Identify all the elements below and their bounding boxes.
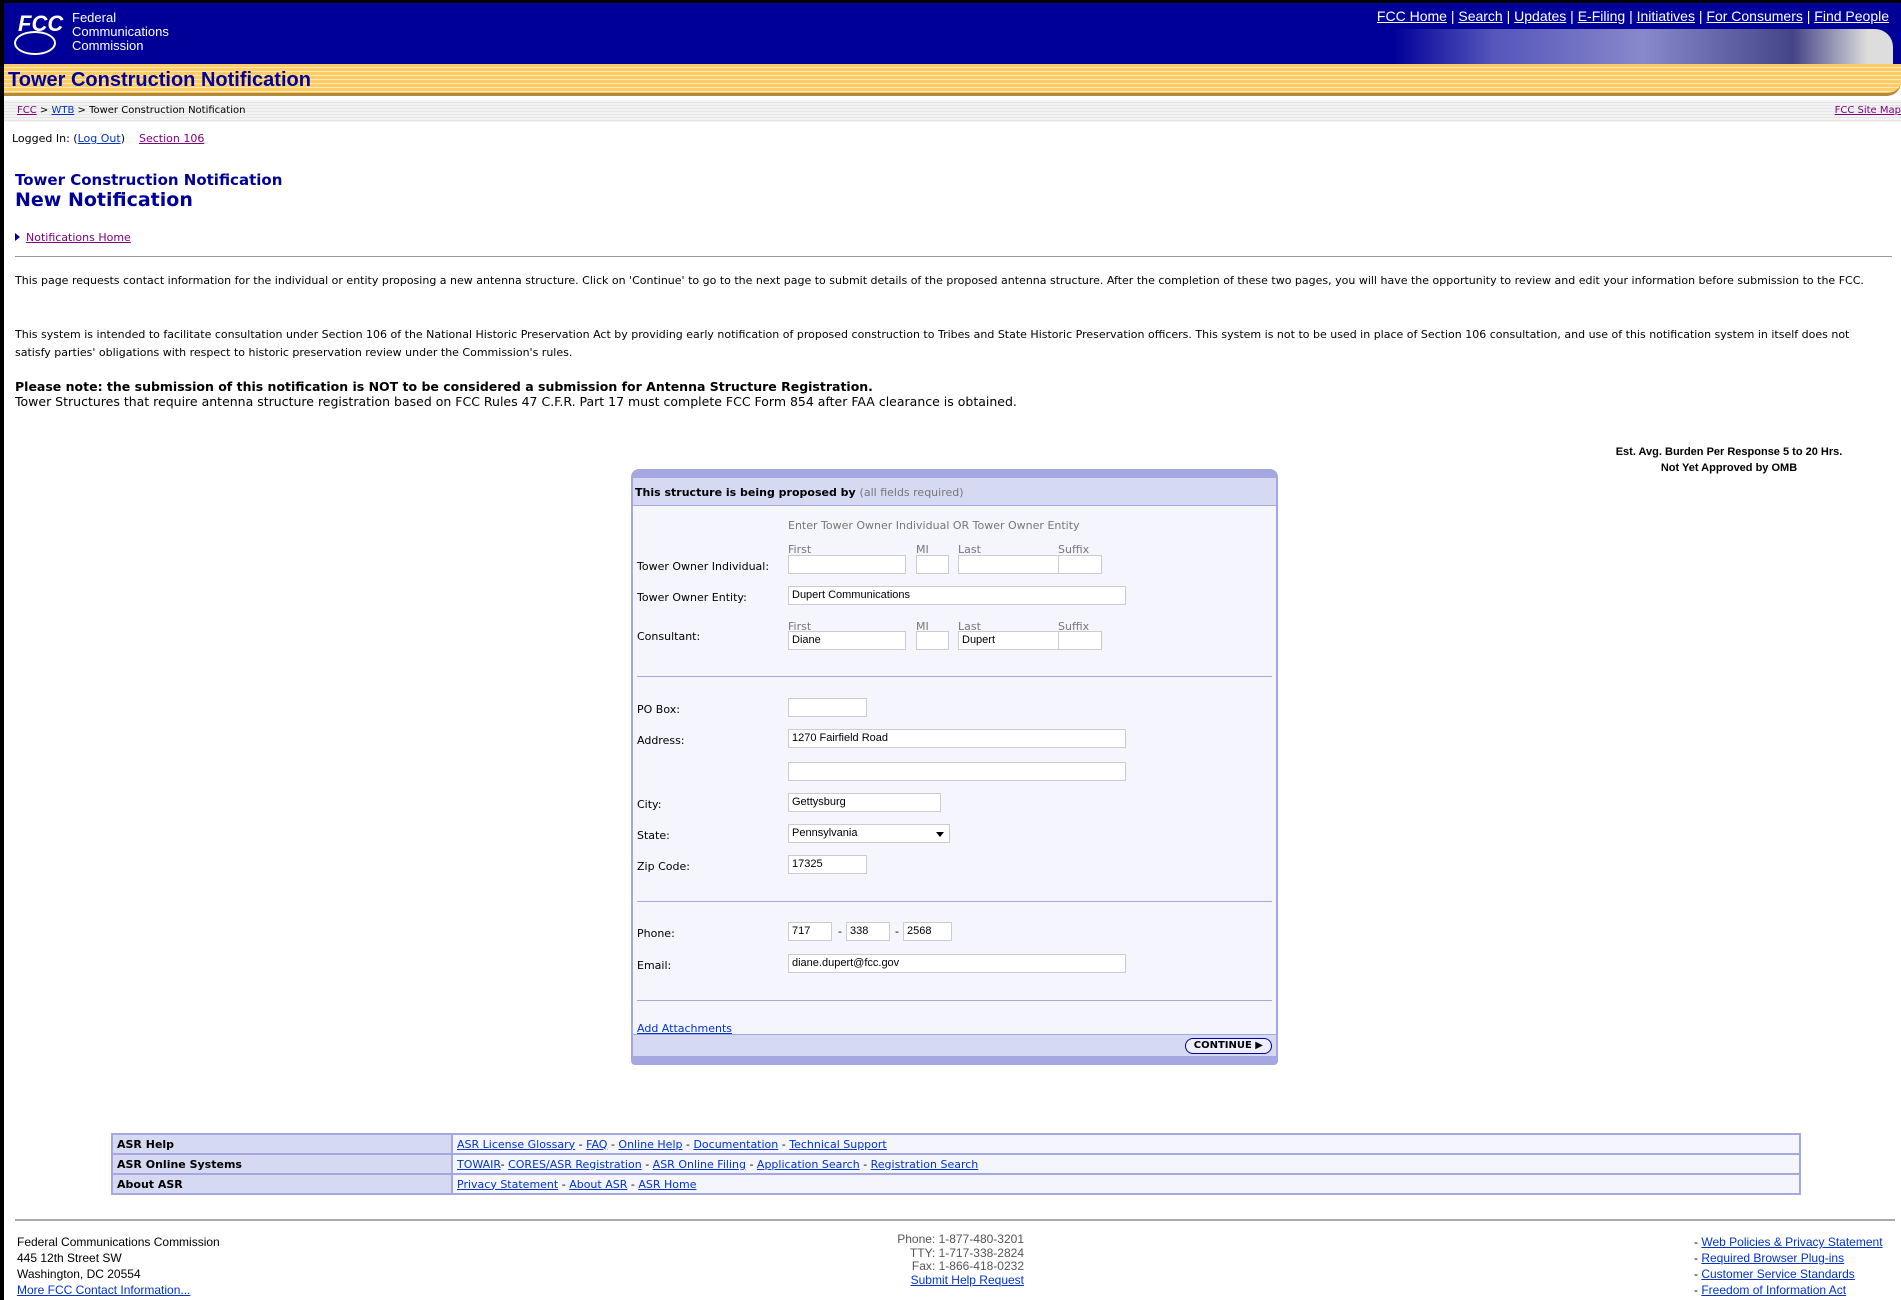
logout-link[interactable]: Log Out (78, 132, 121, 145)
nav-search[interactable]: Search (1458, 8, 1502, 24)
email-input[interactable]: diane.dupert@fcc.gov (788, 954, 1126, 973)
address-line2-input[interactable] (788, 762, 1126, 781)
page-title: New Notification (15, 189, 193, 211)
foia-link[interactable]: Freedom of Information Act (1701, 1283, 1846, 1297)
about-asr-link[interactable]: About ASR (569, 1178, 627, 1191)
documentation-link[interactable]: Documentation (693, 1138, 778, 1151)
nav-fcc-home[interactable]: FCC Home (1377, 8, 1447, 24)
footer-divider (15, 1219, 1895, 1221)
asr-glossary-link[interactable]: ASR License Glossary (457, 1138, 575, 1151)
asr-online-filing-link[interactable]: ASR Online Filing (653, 1158, 746, 1171)
divider (15, 256, 1892, 257)
form-heading: This structure is being proposed by (all… (633, 478, 1276, 506)
phone-prefix-input[interactable]: 338 (846, 922, 890, 941)
arrow-right-icon (15, 233, 20, 241)
table-row: ASR Help ASR License Glossary - FAQ - On… (111, 1133, 1801, 1155)
submit-help-request-link[interactable]: Submit Help Request (911, 1273, 1024, 1287)
section-106-link[interactable]: Section 106 (139, 132, 204, 145)
nav-for-consumers[interactable]: For Consumers (1706, 8, 1802, 24)
button-bar: CONTINUE ▶ (633, 1034, 1276, 1056)
more-contact-link[interactable]: More FCC Contact Information... (17, 1283, 190, 1297)
continue-button[interactable]: CONTINUE ▶ (1184, 1038, 1272, 1054)
consultant-first-input[interactable]: Diane (788, 631, 906, 650)
page-banner: Tower Construction Notification (4, 64, 1901, 96)
towair-link[interactable]: TOWAIR (457, 1158, 501, 1171)
cores-link[interactable]: CORES/ASR Registration (508, 1158, 642, 1171)
nav-find-people[interactable]: Find People (1814, 8, 1889, 24)
footer-contact: Phone: 1-877-480-3201 TTY: 1-717-338-2824… (897, 1232, 1024, 1287)
play-arrow-icon: ▶ (1255, 1040, 1263, 1051)
breadcrumb: FCC > WTB > Tower Construction Notificat… (4, 100, 1901, 122)
nav-e-filing[interactable]: E-Filing (1578, 8, 1625, 24)
table-row: About ASR Privacy Statement - About ASR … (111, 1173, 1801, 1195)
application-search-link[interactable]: Application Search (757, 1158, 860, 1171)
phone-area-input[interactable]: 717 (788, 922, 832, 941)
nav-updates[interactable]: Updates (1514, 8, 1566, 24)
burden-statement: Est. Avg. Burden Per Response 5 to 20 Hr… (1615, 446, 1843, 474)
note: Please note: the submission of this noti… (15, 379, 1017, 409)
section-106-paragraph: This system is intended to facilitate co… (15, 328, 1850, 359)
footer-address: Federal Communications Commission 445 12t… (17, 1235, 220, 1297)
breadcrumb-wtb[interactable]: WTB (51, 105, 74, 116)
breadcrumb-fcc[interactable]: FCC (17, 105, 37, 116)
proposer-form: This structure is being proposed by (all… (631, 469, 1278, 1065)
divider (637, 901, 1272, 902)
login-status: Logged In: (Log Out) Section 106 (12, 132, 205, 145)
divider (637, 1000, 1272, 1001)
owner-suffix-input[interactable] (1058, 555, 1102, 574)
header-banner-image (1393, 29, 1893, 64)
consultant-mi-input[interactable] (916, 631, 949, 650)
privacy-statement-link[interactable]: Privacy Statement (457, 1178, 558, 1191)
footer-links: - Web Policies & Privacy Statement - Req… (1694, 1235, 1883, 1297)
zip-input[interactable]: 17325 (788, 855, 867, 874)
top-nav: FCC Home | Search | Updates | E-Filing |… (1376, 8, 1889, 24)
divider (637, 676, 1272, 677)
browser-plugins-link[interactable]: Required Browser Plug-ins (1701, 1251, 1844, 1265)
app-title: Tower Construction Notification (15, 171, 283, 189)
online-help-link[interactable]: Online Help (618, 1138, 682, 1151)
customer-service-link[interactable]: Customer Service Standards (1701, 1267, 1854, 1281)
faq-link[interactable]: FAQ (586, 1138, 607, 1151)
chevron-down-icon (936, 832, 944, 837)
intro-paragraph: This page requests contact information f… (15, 274, 1864, 287)
web-policies-link[interactable]: Web Policies & Privacy Statement (1701, 1235, 1882, 1249)
fcc-seal-icon (14, 31, 56, 55)
nav-initiatives[interactable]: Initiatives (1637, 8, 1695, 24)
notifications-home-link[interactable]: Notifications Home (26, 231, 131, 244)
owner-mi-input[interactable] (916, 555, 949, 574)
asr-home-link[interactable]: ASR Home (638, 1178, 696, 1191)
registration-search-link[interactable]: Registration Search (871, 1158, 979, 1171)
po-box-input[interactable] (788, 698, 867, 717)
technical-support-link[interactable]: Technical Support (789, 1138, 887, 1151)
owner-first-input[interactable] (788, 555, 906, 574)
state-select[interactable]: Pennsylvania (788, 824, 950, 843)
owner-entity-input[interactable]: Dupert Communications (788, 586, 1126, 605)
fcc-header: FCC Federal Communications Commission FCC … (4, 3, 1901, 64)
table-row: ASR Online Systems TOWAIR- CORES/ASR Reg… (111, 1153, 1801, 1175)
asr-links-table: ASR Help ASR License Glossary - FAQ - On… (111, 1133, 1801, 1195)
consultant-suffix-input[interactable] (1058, 631, 1102, 650)
address-line1-input[interactable]: 1270 Fairfield Road (788, 729, 1126, 748)
site-map-link[interactable]: FCC Site Map (1835, 105, 1901, 116)
phone-line-input[interactable]: 2568 (903, 922, 952, 941)
city-input[interactable]: Gettysburg (788, 793, 941, 812)
